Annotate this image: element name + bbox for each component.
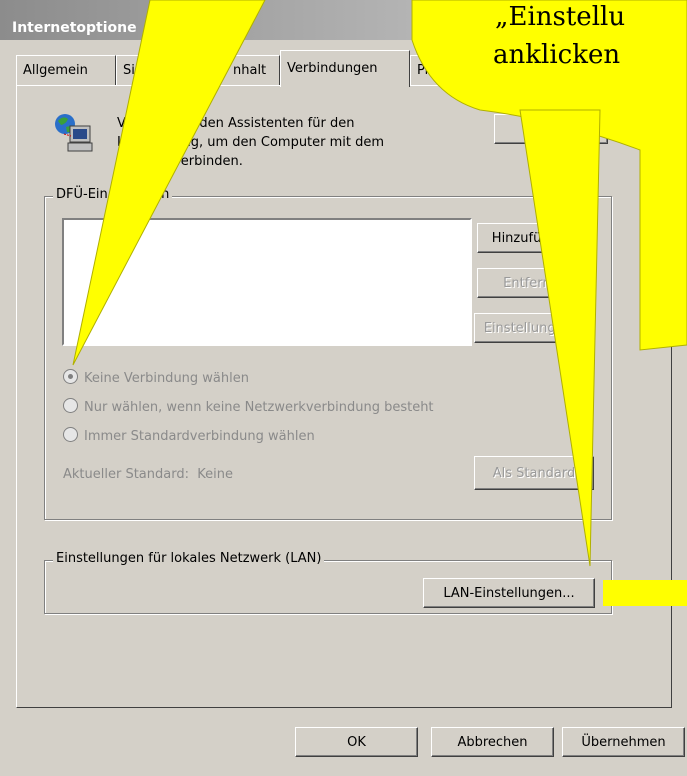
- setup-text-line-2: In ugang, um den Computer mit dem: [117, 135, 385, 150]
- callout-text-line-1: „Einstellu: [495, 2, 626, 32]
- radio-always-default[interactable]: Immer Standardverbindung wählen: [63, 427, 315, 449]
- radio-dial-when-no-network[interactable]: Nur wählen, wenn keine Netzwerkverbindun…: [63, 398, 434, 420]
- radio-dot: [63, 398, 78, 413]
- tab-inhalt[interactable]: nhalt: [176, 55, 280, 85]
- cancel-button[interactable]: Abbrechen: [431, 727, 554, 757]
- current-default-caption: Aktueller Standard:: [63, 467, 189, 482]
- radio-no-connection[interactable]: Keine Verbindung wählen: [63, 369, 249, 391]
- radio-label-always-default: Immer Standardverbindung wählen: [84, 429, 315, 444]
- current-default-value: Keine: [197, 467, 233, 482]
- dialup-legend: DFÜ-Ein ngen: [53, 187, 173, 202]
- dialog-window: Internetoptione Allgemein Sich nhalt Ver…: [0, 0, 687, 776]
- setup-button[interactable]: Setup...: [494, 114, 608, 144]
- setup-description: Ver Sie den Assistenten für den In ugang…: [117, 114, 384, 171]
- radio-label-no-connection: Keine Verbindung wählen: [84, 371, 249, 386]
- lan-settings-button[interactable]: LAN-Einstellungen...: [423, 578, 595, 608]
- tab-sicherheit[interactable]: Sich: [116, 55, 176, 85]
- apply-button[interactable]: Übernehmen: [562, 727, 685, 757]
- radio-dot-checked: [63, 369, 78, 384]
- radio-dot: [63, 427, 78, 442]
- set-as-default-button[interactable]: Als Standard: [474, 456, 594, 490]
- connection-settings-button[interactable]: Einstellungen...: [474, 313, 594, 343]
- current-default-label: Aktueller Standard: Keine: [63, 467, 233, 482]
- radio-label-dial-when-no-network: Nur wählen, wenn keine Netzwerkverbindun…: [84, 400, 434, 415]
- tab-allgemein[interactable]: Allgemein: [16, 55, 116, 85]
- network-computer-icon: [52, 112, 96, 156]
- window-title: Internetoptione: [12, 20, 137, 36]
- lan-legend: Einstellungen für lokales Netzwerk (LAN): [53, 551, 325, 566]
- setup-text-line-1: Ver Sie den Assistenten für den: [117, 116, 355, 131]
- remove-connection-button[interactable]: Entfernen: [477, 268, 593, 298]
- callout-text-line-2: anklicken: [493, 40, 621, 70]
- ok-button[interactable]: OK: [295, 727, 418, 757]
- add-connection-button[interactable]: Hinzufügen...: [477, 223, 593, 253]
- setup-text-line-3: I zu verbinden.: [117, 154, 243, 169]
- dialup-connections-list[interactable]: [62, 218, 472, 346]
- tab-verbindungen[interactable]: Verbindungen: [280, 50, 410, 87]
